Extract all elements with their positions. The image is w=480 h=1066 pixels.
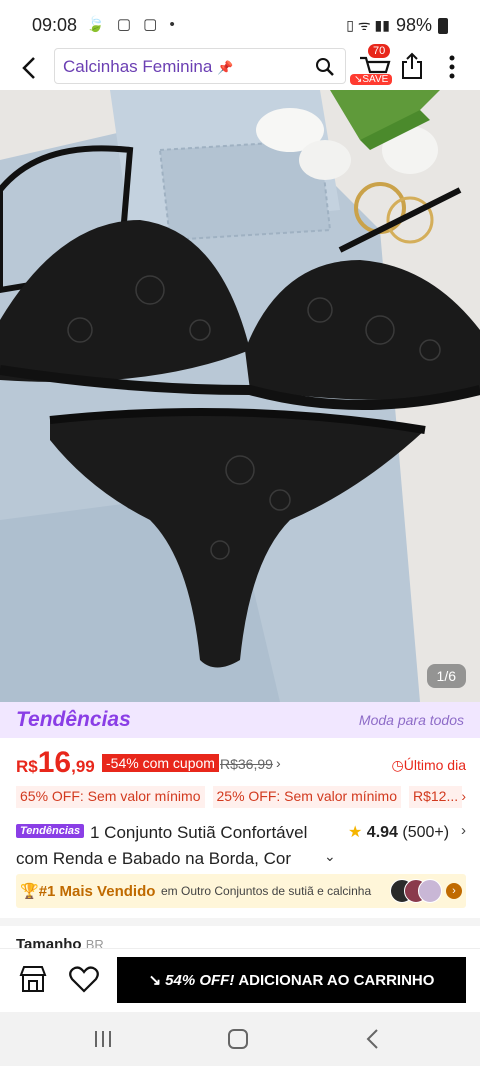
trophy-icon: 🏆: [20, 883, 39, 900]
star-icon: ★: [348, 824, 363, 841]
add-to-cart-button[interactable]: ↘ 54% OFF! ADICIONAR AO CARRINHO: [117, 957, 466, 1003]
back-arrow-icon: [22, 57, 35, 79]
pin-icon: 📌: [217, 60, 234, 75]
coupon-item[interactable]: 25% OFF: Sem valor mínimo: [212, 786, 401, 808]
rating-score: 4.94: [366, 824, 398, 841]
more-vertical-icon: [449, 55, 455, 79]
status-right: ▯ ᯤ ▮▮ 98%: [346, 15, 448, 36]
status-time: 09:08: [32, 15, 78, 35]
coupon-item[interactable]: R$12...: [409, 786, 463, 808]
status-bar: 09:08 🍃 ▢ ▢ • ▯ ᯤ ▮▮ 98%: [0, 0, 480, 46]
deadline-label: ◷Último dia: [391, 757, 466, 773]
price-row: R$16,99 -54% com cupom R$36,99 › ◷Último…: [16, 746, 466, 779]
back-icon[interactable]: [358, 1024, 388, 1054]
current-price: R$16,99: [16, 746, 95, 779]
notification-icons: 🍃 ▢ ▢ •: [86, 16, 179, 33]
heart-icon: [69, 966, 99, 993]
product-image: [0, 90, 480, 702]
section-divider: [0, 918, 480, 926]
thumbnail-image: [418, 879, 442, 903]
battery-icon: [438, 17, 448, 34]
chevron-right-icon[interactable]: ›: [276, 755, 281, 771]
expand-title-icon[interactable]: ⌄: [324, 848, 336, 865]
share-icon: [402, 52, 422, 79]
cart-promo: 54% OFF!: [165, 971, 235, 989]
clock-icon: ◷: [391, 757, 404, 773]
coupon-item[interactable]: 65% OFF: Sem valor mínimo: [16, 786, 205, 808]
system-nav-bar: [0, 1012, 480, 1066]
chevron-right-icon[interactable]: ›: [461, 822, 466, 839]
home-icon[interactable]: [223, 1024, 253, 1054]
rating[interactable]: ★ 4.94 (500+): [348, 822, 449, 842]
bottom-action-bar: ↘ 54% OFF! ADICIONAR AO CARRINHO: [0, 948, 480, 1012]
trend-badge: Tendências: [16, 824, 85, 838]
discount-badge: -54% com cupom: [102, 754, 219, 772]
wishlist-button[interactable]: [68, 965, 100, 993]
search-input[interactable]: Calcinhas Feminina 📌: [54, 48, 346, 84]
add-to-cart-label: ADICIONAR AO CARRINHO: [238, 971, 435, 989]
share-button[interactable]: [400, 52, 424, 80]
trend-down-icon: ↘: [148, 972, 162, 989]
store-button[interactable]: [18, 965, 48, 993]
best-seller-label: 🏆#1 Mais Vendido: [20, 883, 156, 900]
battery-text: 98%: [395, 15, 432, 35]
more-options-button[interactable]: [442, 52, 462, 82]
trend-tagline: Moda para todos: [358, 712, 464, 728]
cart-button[interactable]: 70 ↘SAVE: [350, 44, 394, 86]
search-query: Calcinhas Feminina 📌: [63, 57, 234, 76]
original-price[interactable]: R$36,99: [220, 756, 273, 772]
save-badge: ↘SAVE: [350, 74, 393, 85]
best-seller-subtitle: em Outro Conjuntos de sutiã e calcinha: [161, 884, 372, 898]
image-counter: 1/6: [426, 664, 466, 688]
chevron-right-icon[interactable]: ›: [461, 788, 466, 804]
store-icon: [19, 966, 47, 992]
chevron-right-icon[interactable]: ›: [446, 883, 462, 899]
product-image-gallery[interactable]: 1/6: [0, 90, 480, 702]
product-title-area: 1 Conjunto Sutiã Confortável com Renda e…: [16, 820, 466, 868]
back-button[interactable]: [16, 52, 44, 84]
best-seller-banner[interactable]: 🏆#1 Mais Vendido em Outro Conjuntos de s…: [16, 874, 466, 908]
review-count: (500+): [402, 824, 450, 841]
search-icon[interactable]: [315, 57, 335, 77]
top-header: Calcinhas Feminina 📌 70 ↘SAVE: [0, 44, 480, 90]
trend-banner[interactable]: Tendências Moda para todos: [0, 702, 480, 738]
trend-brand: Tendências: [16, 708, 131, 731]
recent-apps-icon[interactable]: [88, 1024, 118, 1054]
best-seller-thumbnails: [390, 879, 444, 903]
signal-icon: ▯ ᯤ ▮▮: [346, 17, 390, 33]
coupon-list[interactable]: 65% OFF: Sem valor mínimo 25% OFF: Sem v…: [16, 786, 466, 808]
cart-count-badge: 70: [368, 44, 391, 58]
